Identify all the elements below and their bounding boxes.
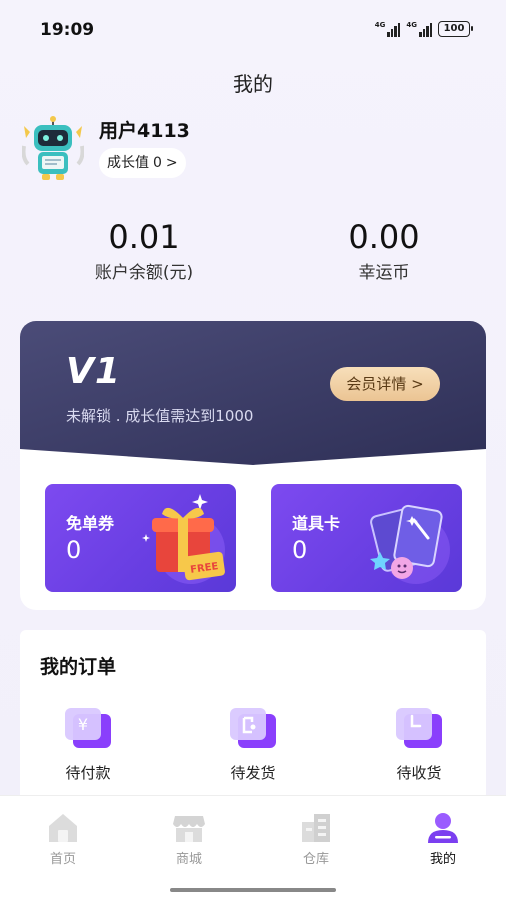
tab-mine-label: 我的 — [429, 852, 456, 867]
free-order-voucher-count: 0 — [66, 536, 82, 564]
account-balance[interactable]: 0.01 账户余额(元) — [44, 218, 244, 283]
svg-text:¥: ¥ — [78, 715, 88, 734]
prop-card-title: 道具卡 — [292, 514, 341, 533]
page-title: 我的 — [233, 72, 273, 96]
magic-cards-icon — [370, 504, 450, 584]
clock-icon — [396, 708, 442, 748]
status-time: 19:09 — [40, 20, 95, 40]
signal-icon: 4G — [375, 21, 401, 37]
home-indicator[interactable] — [170, 888, 336, 892]
chevron-right-icon: > — [165, 155, 178, 171]
lucky-coin-value: 0.00 — [348, 218, 420, 256]
profile-icon — [428, 813, 458, 843]
tab-home[interactable]: 首页 — [23, 810, 103, 867]
my-orders-title: 我的订单 — [40, 656, 117, 678]
vip-card: V1 未解锁 . 成长值需达到1000 会员详情 > 免单券 0 FREE 道具… — [20, 321, 486, 610]
tab-mine[interactable]: 我的 — [403, 810, 483, 867]
balance-value: 0.01 — [108, 218, 180, 256]
growth-value: 0 — [153, 155, 162, 171]
vip-description: 未解锁 . 成长值需达到1000 — [66, 407, 254, 425]
prop-card-voucher[interactable]: 道具卡 0 — [271, 484, 462, 592]
prop-card-count: 0 — [292, 536, 308, 564]
pending-receipt-label: 待收货 — [396, 764, 442, 782]
free-order-voucher-title: 免单券 — [66, 514, 115, 533]
growth-value-button[interactable]: 成长值 0 > — [99, 148, 186, 178]
pending-payment-button[interactable]: ¥ 待付款 — [33, 706, 143, 783]
gift-box-icon: FREE — [142, 494, 225, 584]
balance-label: 账户余额(元) — [94, 263, 194, 283]
tab-home-label: 首页 — [49, 852, 76, 867]
member-details-button[interactable]: 会员详情 > — [330, 367, 440, 401]
home-icon — [49, 814, 77, 842]
yen-icon: ¥ — [65, 708, 111, 748]
pending-shipment-button[interactable]: 待发货 — [198, 706, 308, 783]
signal-icon: 4G — [406, 21, 432, 37]
vip-level: V1 — [66, 351, 121, 392]
warehouse-icon — [302, 814, 330, 842]
username: 用户4113 — [99, 120, 190, 142]
battery-icon: 100 — [438, 21, 473, 37]
system-icons: 4G 4G 100 — [375, 21, 473, 37]
my-orders-card: 我的订单 ¥ 待付款 待发货 待收货 — [20, 630, 486, 800]
tab-warehouse[interactable]: 仓库 — [276, 810, 356, 867]
store-icon — [173, 816, 205, 842]
tab-mall-label: 商城 — [175, 852, 202, 867]
lucky-coin-label: 幸运币 — [358, 263, 410, 283]
pending-receipt-button[interactable]: 待收货 — [364, 706, 474, 783]
lucky-coin[interactable]: 0.00 幸运币 — [284, 218, 484, 283]
bottom-tab-bar: 首页 商城 仓库 我的 — [0, 795, 506, 900]
pending-payment-label: 待付款 — [65, 764, 111, 782]
pending-shipment-label: 待发货 — [230, 764, 276, 782]
tab-mall[interactable]: 商城 — [149, 810, 229, 867]
status-bar: 19:09 4G 4G 100 — [0, 0, 506, 60]
tab-warehouse-label: 仓库 — [302, 852, 329, 867]
package-icon — [230, 708, 276, 748]
free-order-voucher[interactable]: 免单券 0 FREE — [45, 484, 236, 592]
growth-label: 成长值 — [107, 155, 149, 171]
avatar-robot-icon[interactable] — [22, 116, 84, 182]
